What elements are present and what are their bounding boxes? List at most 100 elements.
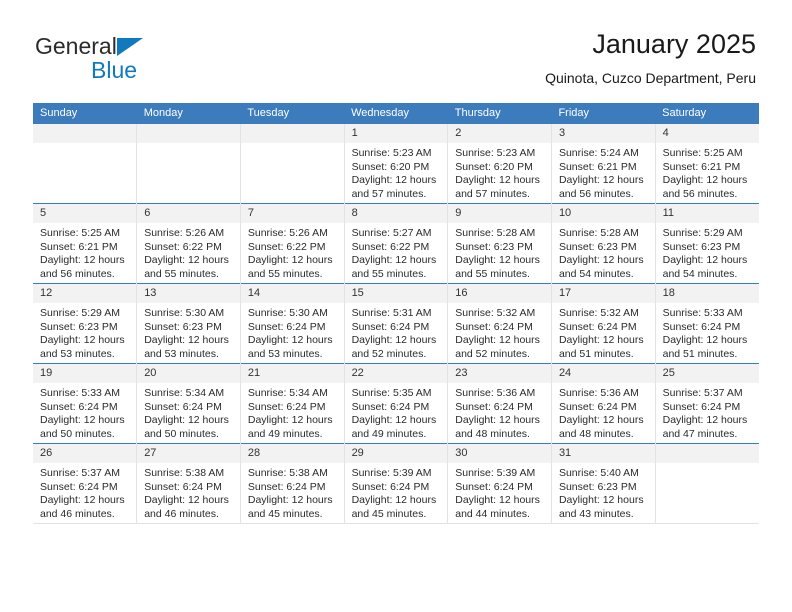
calendar-day-cell[interactable]: 5 Sunrise: 5:25 AM Sunset: 6:21 PM Daylight… (33, 203, 138, 284)
calendar-day-cell[interactable]: 12 Sunrise: 5:29 AM Sunset: 6:23 PM Dayligh… (33, 283, 138, 364)
day-number: 4 (655, 124, 759, 143)
day-number: 15 (344, 284, 448, 303)
generalblue-logo[interactable]: General Blue (35, 33, 235, 85)
calendar-day-cell[interactable]: 4 Sunrise: 5:25 AM Sunset: 6:21 PM Daylight… (655, 124, 759, 204)
daylight-text-line2: and 55 minutes. (247, 267, 323, 280)
day-details: Sunrise: 5:30 AM Sunset: 6:24 PM Daylight:… (241, 303, 344, 361)
calendar-day-cell[interactable]: 17 Sunrise: 5:32 AM Sunset: 6:24 PM Dayligh… (551, 283, 656, 364)
sunset-text: Sunset: 6:24 PM (351, 400, 430, 413)
calendar-day-cell[interactable]: 18 Sunrise: 5:33 AM Sunset: 6:24 PM Dayligh… (655, 283, 759, 364)
calendar-day-cell[interactable]: 23 Sunrise: 5:36 AM Sunset: 6:24 PM Dayligh… (447, 363, 552, 444)
calendar-day-cell-empty (655, 443, 759, 524)
sunrise-text: Sunrise: 5:38 AM (144, 467, 225, 479)
calendar-day-cell[interactable]: 3 Sunrise: 5:24 AM Sunset: 6:21 PM Daylight… (551, 124, 656, 204)
calendar-day-cell[interactable]: 15 Sunrise: 5:31 AM Sunset: 6:24 PM Dayligh… (344, 283, 449, 364)
day-number (240, 124, 344, 143)
calendar-day-cell[interactable]: 8 Sunrise: 5:27 AM Sunset: 6:22 PM Daylight… (344, 203, 449, 284)
sunset-text: Sunset: 6:24 PM (558, 320, 637, 333)
calendar-day-cell[interactable]: 1 Sunrise: 5:23 AM Sunset: 6:20 PM Daylight… (344, 124, 449, 204)
calendar-day-cell[interactable]: 16 Sunrise: 5:32 AM Sunset: 6:24 PM Dayligh… (447, 283, 552, 364)
calendar-day-cell[interactable]: 10 Sunrise: 5:28 AM Sunset: 6:23 PM Dayligh… (551, 203, 656, 284)
calendar-day-cell[interactable]: 22 Sunrise: 5:35 AM Sunset: 6:24 PM Dayligh… (344, 363, 449, 444)
sunset-text: Sunset: 6:22 PM (247, 240, 326, 253)
calendar-day-cell[interactable]: 25 Sunrise: 5:37 AM Sunset: 6:24 PM Dayligh… (655, 363, 759, 444)
daylight-text-line2: and 51 minutes. (662, 347, 738, 360)
daylight-text-line2: and 51 minutes. (558, 347, 634, 360)
calendar-day-cell[interactable]: 21 Sunrise: 5:34 AM Sunset: 6:24 PM Dayligh… (240, 363, 345, 444)
day-details: Sunrise: 5:29 AM Sunset: 6:23 PM Daylight:… (33, 303, 136, 361)
sunset-text: Sunset: 6:24 PM (662, 400, 741, 413)
calendar-day-cell[interactable]: 19 Sunrise: 5:33 AM Sunset: 6:24 PM Dayligh… (33, 363, 138, 444)
sunrise-text: Sunrise: 5:26 AM (144, 227, 225, 239)
daylight-text-line2: and 45 minutes. (351, 507, 427, 520)
daylight-text-line1: Daylight: 12 hours (351, 254, 437, 266)
daylight-text-line2: and 49 minutes. (351, 427, 427, 440)
calendar-day-cell[interactable]: 31 Sunrise: 5:40 AM Sunset: 6:23 PM Dayligh… (551, 443, 656, 524)
day-number: 3 (551, 124, 655, 143)
sunrise-text: Sunrise: 5:36 AM (455, 387, 536, 399)
page-title: January 2025 (592, 29, 756, 59)
day-details: Sunrise: 5:25 AM Sunset: 6:21 PM Daylight:… (33, 223, 136, 281)
day-number: 2 (448, 124, 551, 143)
daylight-text-line2: and 48 minutes. (455, 427, 530, 440)
sunrise-text: Sunrise: 5:32 AM (558, 307, 639, 319)
daylight-text-line2: and 46 minutes. (40, 507, 115, 520)
day-number: 22 (344, 364, 448, 383)
day-details: Sunrise: 5:28 AM Sunset: 6:23 PM Daylight:… (552, 223, 655, 281)
sunrise-text: Sunrise: 5:30 AM (144, 307, 225, 319)
calendar-day-cell[interactable]: 14 Sunrise: 5:30 AM Sunset: 6:24 PM Dayligh… (240, 283, 345, 364)
calendar-day-cell[interactable]: 7 Sunrise: 5:26 AM Sunset: 6:22 PM Daylight… (240, 203, 345, 284)
sunrise-text: Sunrise: 5:26 AM (247, 227, 328, 239)
sunset-text: Sunset: 6:22 PM (144, 240, 222, 253)
daylight-text-line2: and 50 minutes. (144, 427, 219, 440)
day-number: 31 (551, 444, 655, 463)
day-number: 6 (137, 204, 240, 223)
calendar-day-cell[interactable]: 13 Sunrise: 5:30 AM Sunset: 6:23 PM Dayligh… (136, 283, 241, 364)
sunset-text: Sunset: 6:24 PM (351, 480, 430, 493)
calendar-day-cell[interactable]: 20 Sunrise: 5:34 AM Sunset: 6:24 PM Dayligh… (136, 363, 241, 444)
daylight-text-line1: Daylight: 12 hours (144, 334, 229, 346)
daylight-text-line1: Daylight: 12 hours (558, 494, 644, 506)
day-number: 18 (655, 284, 759, 303)
day-number: 16 (448, 284, 551, 303)
calendar-day-cell[interactable]: 24 Sunrise: 5:36 AM Sunset: 6:24 PM Dayligh… (551, 363, 656, 444)
sunrise-text: Sunrise: 5:29 AM (40, 307, 120, 319)
daylight-text-line1: Daylight: 12 hours (247, 414, 333, 426)
day-number: 25 (655, 364, 759, 383)
daylight-text-line2: and 54 minutes. (558, 267, 634, 280)
calendar-day-cell[interactable]: 26 Sunrise: 5:37 AM Sunset: 6:24 PM Dayligh… (33, 443, 138, 524)
day-details: Sunrise: 5:28 AM Sunset: 6:23 PM Daylight:… (448, 223, 551, 281)
sunrise-text: Sunrise: 5:28 AM (455, 227, 536, 239)
calendar-day-cell[interactable]: 30 Sunrise: 5:39 AM Sunset: 6:24 PM Dayligh… (447, 443, 552, 524)
daylight-text-line1: Daylight: 12 hours (662, 414, 748, 426)
sunset-text: Sunset: 6:24 PM (40, 480, 118, 493)
logo-triangle-icon (117, 38, 143, 56)
day-number: 9 (448, 204, 551, 223)
daylight-text-line2: and 50 minutes. (40, 427, 115, 440)
calendar-day-cell[interactable]: 2 Sunrise: 5:23 AM Sunset: 6:20 PM Daylight… (447, 124, 552, 204)
sunset-text: Sunset: 6:21 PM (40, 240, 118, 253)
calendar-day-cell-empty (33, 124, 138, 204)
daylight-text-line2: and 55 minutes. (351, 267, 427, 280)
weekday-header-saturday: Saturday (655, 103, 759, 124)
daylight-text-line1: Daylight: 12 hours (558, 414, 644, 426)
daylight-text-line2: and 53 minutes. (40, 347, 115, 360)
sunrise-text: Sunrise: 5:36 AM (558, 387, 639, 399)
daylight-text-line1: Daylight: 12 hours (144, 414, 229, 426)
day-details: Sunrise: 5:34 AM Sunset: 6:24 PM Daylight:… (137, 383, 240, 441)
sunset-text: Sunset: 6:24 PM (247, 400, 326, 413)
sunset-text: Sunset: 6:24 PM (662, 320, 741, 333)
day-details (656, 463, 759, 467)
calendar-day-cell[interactable]: 27 Sunrise: 5:38 AM Sunset: 6:24 PM Dayligh… (136, 443, 241, 524)
calendar-day-cell[interactable]: 28 Sunrise: 5:38 AM Sunset: 6:24 PM Dayligh… (240, 443, 345, 524)
sunset-text: Sunset: 6:21 PM (662, 160, 741, 173)
calendar-header-row: Sunday Monday Tuesday Wednesday Thursday… (33, 103, 759, 124)
day-number (655, 444, 759, 463)
daylight-text-line2: and 52 minutes. (455, 347, 530, 360)
sunset-text: Sunset: 6:22 PM (351, 240, 430, 253)
calendar-day-cell[interactable]: 11 Sunrise: 5:29 AM Sunset: 6:23 PM Dayligh… (655, 203, 759, 284)
sunset-text: Sunset: 6:24 PM (247, 480, 326, 493)
calendar-day-cell[interactable]: 6 Sunrise: 5:26 AM Sunset: 6:22 PM Daylight… (136, 203, 241, 284)
calendar-day-cell[interactable]: 9 Sunrise: 5:28 AM Sunset: 6:23 PM Daylight… (447, 203, 552, 284)
calendar-day-cell[interactable]: 29 Sunrise: 5:39 AM Sunset: 6:24 PM Dayligh… (344, 443, 449, 524)
